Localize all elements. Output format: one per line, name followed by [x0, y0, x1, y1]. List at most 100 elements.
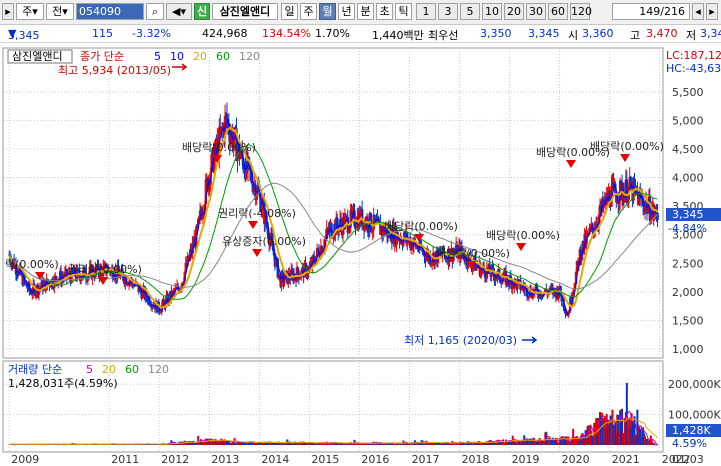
period-tab-5[interactable]: 초	[376, 3, 393, 20]
quote-amount: 1,440백만	[372, 29, 424, 42]
x-tick: 2014	[261, 453, 289, 466]
current-price: 3,345	[672, 208, 704, 221]
ma-legend-item: 60	[216, 50, 230, 63]
chart-toolbar: ▸ 주▾ 전▾ 054090 ⌕ ◀▾ 신 삼진엘앤디 일주월년분초틱 1351…	[0, 0, 721, 25]
x-tick: 2020	[562, 453, 590, 466]
volume-bar	[653, 444, 656, 445]
quote-change-pct: -3.32%	[132, 27, 171, 40]
interval-button-30[interactable]: 30	[526, 3, 546, 20]
event-annotation: 권리락(-4.08%)	[218, 207, 296, 220]
x-tick: 2009	[11, 453, 39, 466]
price-tick: 1,000	[672, 343, 704, 356]
volume-legend: 거래량 단순	[8, 363, 62, 376]
x-tick: 2021	[612, 453, 640, 466]
quote-bar: 3,345 ▼ 115 -3.32% 424,968 134.54% 1.70%…	[0, 25, 721, 43]
event-annotation: 유상증자(0.00%)	[222, 235, 306, 248]
volume-bar	[656, 444, 659, 446]
volume-tick: 100,000K	[668, 409, 721, 422]
candle-body	[283, 279, 286, 283]
x-tick: 2017	[412, 453, 440, 466]
period-tab-4[interactable]: 분	[357, 3, 374, 20]
quote-high: 3,470	[646, 27, 678, 40]
price-legend: 종가 단순	[80, 50, 124, 63]
quote-low-label: 저	[686, 29, 697, 42]
quote-open: 3,360	[582, 27, 614, 40]
stock-name-field: 삼진엘앤디	[212, 3, 278, 20]
current-volume: 1,428K	[672, 424, 711, 437]
quote-turnover: 1.70%	[315, 27, 350, 40]
interval-button-60[interactable]: 60	[548, 3, 568, 20]
x-date-label: 01/03	[672, 453, 704, 466]
hc-label: HC:-43,63	[666, 62, 721, 75]
next-icon[interactable]: ▸	[706, 3, 718, 20]
quote-change: 115	[92, 27, 113, 40]
period-tab-1[interactable]: 주	[300, 3, 317, 20]
stock-label: 삼진엘앤디	[12, 50, 63, 63]
interval-button-1[interactable]: 1	[416, 3, 436, 20]
price-tick: 5,500	[672, 86, 704, 99]
interval-button-10[interactable]: 10	[482, 3, 502, 20]
volume-ma-legend-item: 5	[86, 363, 93, 376]
quote-low: 3,34	[700, 27, 721, 40]
speaker-icon[interactable]: ◀▾	[166, 3, 192, 20]
quote-high-label: 고	[630, 29, 641, 42]
x-tick: 2013	[211, 453, 239, 466]
lc-label: LC:187,12	[666, 49, 721, 62]
volume-ma-legend-item: 60	[125, 363, 139, 376]
x-tick: 2015	[311, 453, 339, 466]
candle-body	[296, 267, 300, 275]
event-annotation: 배당락(0.00%)	[182, 141, 256, 154]
event-annotation: 배당락(0.00%)	[486, 229, 560, 242]
min-price-note: 최저 1,165 (2020/03)	[404, 334, 517, 347]
current-volume-pct: 4.59%	[672, 437, 707, 450]
event-annotation: 배당락(0.00%)	[436, 247, 510, 260]
x-tick: 2018	[462, 453, 490, 466]
price-tick: 4,000	[672, 172, 704, 185]
x-tick: 2011	[111, 453, 139, 466]
candle-body	[656, 213, 659, 221]
interval-button-5[interactable]: 5	[460, 3, 480, 20]
volume-current: 1,428,031주(4.59%)	[8, 377, 118, 390]
ma-legend-item: 5	[154, 50, 161, 63]
price-tick: 4,500	[672, 143, 704, 156]
price-panel-frame	[2, 47, 664, 359]
interval-button-20[interactable]: 20	[504, 3, 524, 20]
period-tab-6[interactable]: 틱	[395, 3, 412, 20]
search-icon[interactable]: ⌕	[146, 3, 164, 20]
event-annotation: 배당락(0.00%)	[384, 220, 458, 233]
price-tick: 2,000	[672, 286, 704, 299]
event-annotation: 권리락(0.00%)	[68, 263, 142, 276]
interval-button-3[interactable]: 3	[438, 3, 458, 20]
quote-volume-ratio: 134.54%	[262, 27, 311, 40]
volume-ma-legend-item: 120	[148, 363, 169, 376]
interval-button-120[interactable]: 120	[570, 3, 592, 20]
market-select[interactable]: 주▾	[16, 3, 44, 20]
period-tab-3[interactable]: 년	[338, 3, 355, 20]
x-tick: 2019	[512, 453, 540, 466]
quote-bid: 3,345	[528, 27, 560, 40]
quote-priority-label: 최우선	[428, 29, 459, 42]
x-tick: 2016	[361, 453, 389, 466]
prev-icon[interactable]: ◂	[692, 3, 704, 20]
page-counter: 149/216	[612, 3, 690, 20]
volume-ma-legend-item: 20	[102, 363, 116, 376]
new-badge[interactable]: 신	[194, 3, 210, 20]
stock-chart[interactable]: 5,5005,0004,5004,0003,5003,0002,5002,000…	[0, 43, 721, 466]
event-annotation: 락(0.00%)	[5, 258, 59, 271]
price-tick: 5,000	[672, 114, 704, 127]
period-tab-2[interactable]: 월	[319, 3, 336, 20]
board-select[interactable]: 전▾	[46, 3, 74, 20]
event-annotation: 배당락(0.00%)	[590, 140, 664, 153]
stock-code-input[interactable]: 054090	[76, 3, 144, 20]
ma-legend-item: 10	[170, 50, 184, 63]
ma-legend-item: 120	[239, 50, 260, 63]
current-price-pct: -4.84%	[668, 222, 707, 235]
quote-open-label: 시	[568, 29, 579, 42]
period-tab-0[interactable]: 일	[281, 3, 298, 20]
menu-icon[interactable]: ▸	[2, 3, 14, 20]
volume-tick: 200,000K	[668, 378, 721, 391]
quote-ask: 3,350	[480, 27, 512, 40]
quote-price: 3,345 ▼	[8, 27, 40, 42]
x-tick: 2012	[161, 453, 189, 466]
ma-legend-item: 20	[193, 50, 207, 63]
